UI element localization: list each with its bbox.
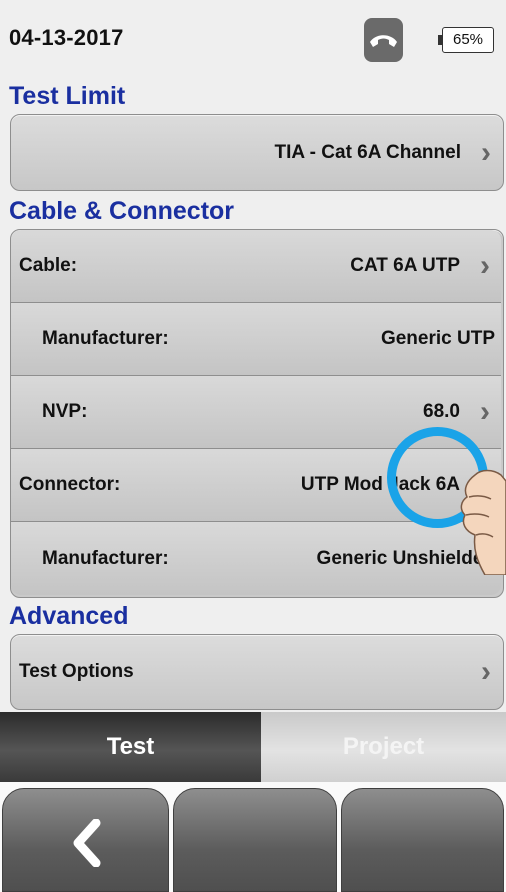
test-options-row[interactable]: Test Options ›: [10, 634, 504, 710]
cable-manufacturer-row: Manufacturer: Generic UTP: [11, 303, 501, 376]
cable-connector-heading: Cable & Connector: [9, 197, 235, 225]
date-display: 04-13-2017: [9, 25, 124, 50]
connector-manufacturer-label: Manufacturer:: [42, 548, 169, 569]
chevron-right-icon: ›: [480, 249, 490, 282]
connector-label: Connector:: [19, 474, 121, 495]
test-limit-row[interactable]: TIA - Cat 6A Channel ›: [10, 114, 504, 191]
chevron-right-icon: ›: [481, 655, 491, 688]
test-limit-heading: Test Limit: [9, 82, 126, 110]
cable-manufacturer-label: Manufacturer:: [42, 328, 169, 349]
connector-manufacturer-row: Manufacturer: Generic Unshielded: [11, 522, 501, 595]
advanced-heading: Advanced: [9, 602, 129, 630]
nvp-label: NVP:: [42, 401, 88, 422]
status-bar: 04-13-2017 65%: [0, 0, 506, 78]
cable-value: CAT 6A UTP: [350, 255, 460, 276]
battery-indicator: 65%: [438, 27, 494, 53]
chevron-left-icon: [73, 819, 101, 867]
back-button[interactable]: [2, 788, 169, 892]
pointing-hand-icon: [460, 469, 506, 575]
tab-bar: Test Project: [0, 712, 506, 782]
tab-test[interactable]: Test: [0, 712, 261, 782]
chevron-right-icon: ›: [480, 395, 490, 428]
test-limit-value: TIA - Cat 6A Channel: [274, 142, 462, 163]
test-options-label: Test Options: [19, 661, 134, 682]
cable-row[interactable]: Cable: CAT 6A UTP ›: [11, 230, 501, 303]
tab-project[interactable]: Project: [261, 712, 506, 782]
chevron-right-icon: ›: [481, 136, 491, 169]
phone-hangup-icon[interactable]: [364, 18, 403, 62]
softkey-bar: [0, 782, 506, 892]
screen: 04-13-2017 65% Test Limit TIA - Cat 6A C…: [0, 0, 506, 892]
cable-manufacturer-value: Generic UTP: [380, 328, 495, 349]
cable-label: Cable:: [19, 255, 78, 276]
softkey-right[interactable]: [341, 788, 504, 892]
softkey-middle[interactable]: [173, 788, 337, 892]
